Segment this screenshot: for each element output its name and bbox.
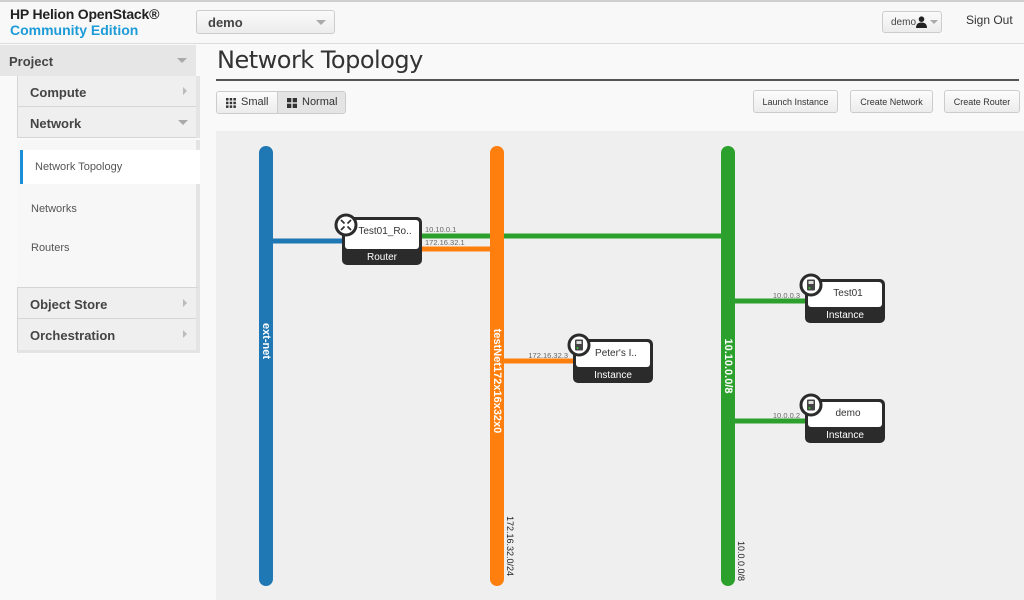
instance-status-led xyxy=(808,407,811,409)
launch-instance-button[interactable]: Launch Instance xyxy=(753,90,838,113)
sidebar-category-orchestration[interactable]: Orchestration xyxy=(18,319,196,350)
chevron-down-icon xyxy=(316,20,326,25)
router-port-ip: 172.16.32.1 xyxy=(425,238,465,247)
network-name-label: testNet172x16x32x0 xyxy=(491,329,503,434)
instance-status-led xyxy=(808,287,811,289)
topology-canvas: ext-net testNet172x16x32x0 172.16.32.0/24 1… xyxy=(216,131,1024,600)
sidebar-item-network-topology[interactable]: Network Topology xyxy=(20,150,200,184)
top-navbar: HP Helion OpenStack® Community Edition d… xyxy=(0,0,1024,44)
network-name-label: 10.10.0.0/8 xyxy=(722,338,734,393)
instance-type-label: Instance xyxy=(594,370,632,381)
sidebar-network-subitems: Network Topology Networks Routers xyxy=(17,140,200,287)
router-type-label: Router xyxy=(367,252,398,263)
brand-edition: Community Edition xyxy=(10,22,139,38)
router-icon xyxy=(334,213,358,237)
normal-view-button[interactable]: Normal xyxy=(278,92,345,113)
grid-small-icon xyxy=(226,98,236,108)
network-cidr-label: 10.0.0.0/8 xyxy=(736,541,746,581)
sidebar-panel-bottom: Object Store Orchestration xyxy=(17,287,200,353)
router-port-ip: 10.10.0.1 xyxy=(425,225,456,234)
normal-view-label: Normal xyxy=(302,96,338,108)
router-name: Test01_Ro.. xyxy=(358,226,411,237)
instance-type-label: Instance xyxy=(826,310,864,321)
view-size-toggle: Small Normal xyxy=(216,91,346,114)
sidebar-dashboard-label: Project xyxy=(9,54,54,69)
sidebar-category-label: Object Store xyxy=(30,297,108,312)
sidebar-panel-top: Compute Network xyxy=(17,76,200,138)
topology-graph: ext-net testNet172x16x32x0 172.16.32.0/24 1… xyxy=(259,146,885,586)
user-menu-button[interactable]: demo xyxy=(882,11,942,33)
instance-server-icon-slot xyxy=(808,281,814,284)
chevron-down-icon xyxy=(178,120,188,125)
sidebar-item-routers[interactable]: Routers xyxy=(17,242,196,254)
sidebar-item-networks[interactable]: Networks xyxy=(17,203,196,215)
project-selector-label: demo xyxy=(208,15,243,30)
network-name-label: ext-net xyxy=(260,323,272,359)
sidebar-category-network[interactable]: Network xyxy=(18,107,196,138)
sidebar-category-label: Compute xyxy=(30,85,87,100)
create-router-button[interactable]: Create Router xyxy=(944,90,1020,113)
chevron-right-icon xyxy=(183,330,187,338)
instance-name: demo xyxy=(835,408,860,419)
small-view-label: Small xyxy=(241,96,269,108)
brand-logo[interactable]: HP Helion OpenStack® Community Edition xyxy=(10,6,159,38)
instance-server-icon-slot xyxy=(808,401,814,404)
user-menu-label: demo xyxy=(891,17,917,28)
title-divider xyxy=(216,79,1019,81)
sidebar: Project Compute Network Network Topology… xyxy=(0,45,200,353)
chevron-down-icon xyxy=(177,58,187,63)
chevron-right-icon xyxy=(183,87,187,95)
chevron-right-icon xyxy=(183,299,187,307)
sidebar-category-compute[interactable]: Compute xyxy=(18,76,196,107)
small-view-button[interactable]: Small xyxy=(217,92,278,113)
instance-type-label: Instance xyxy=(826,430,864,441)
project-selector[interactable]: demo xyxy=(196,10,335,34)
instance-name: Peter's I.. xyxy=(595,348,637,359)
user-icon xyxy=(916,16,927,28)
create-network-button[interactable]: Create Network xyxy=(850,90,933,113)
chevron-down-icon xyxy=(930,20,938,24)
sidebar-category-label: Orchestration xyxy=(30,328,116,343)
instance-status-led xyxy=(576,347,579,349)
page-title: Network Topology xyxy=(217,46,423,74)
grid-large-icon xyxy=(287,98,297,108)
network-cidr-label: 172.16.32.0/24 xyxy=(505,516,515,576)
instance-name: Test01 xyxy=(833,288,863,299)
sidebar-dashboard-project[interactable]: Project xyxy=(0,45,196,76)
brand-title: HP Helion OpenStack® xyxy=(10,6,160,22)
sign-out-link[interactable]: Sign Out xyxy=(966,13,1013,27)
sidebar-category-object-store[interactable]: Object Store xyxy=(18,288,196,319)
sidebar-category-label: Network xyxy=(30,116,82,131)
instance-ip: 10.0.0.3 xyxy=(773,291,800,300)
instance-server-icon-slot xyxy=(576,341,582,344)
instance-ip: 172.16.32.3 xyxy=(528,351,568,360)
instance-ip: 10.0.0.2 xyxy=(773,411,800,420)
